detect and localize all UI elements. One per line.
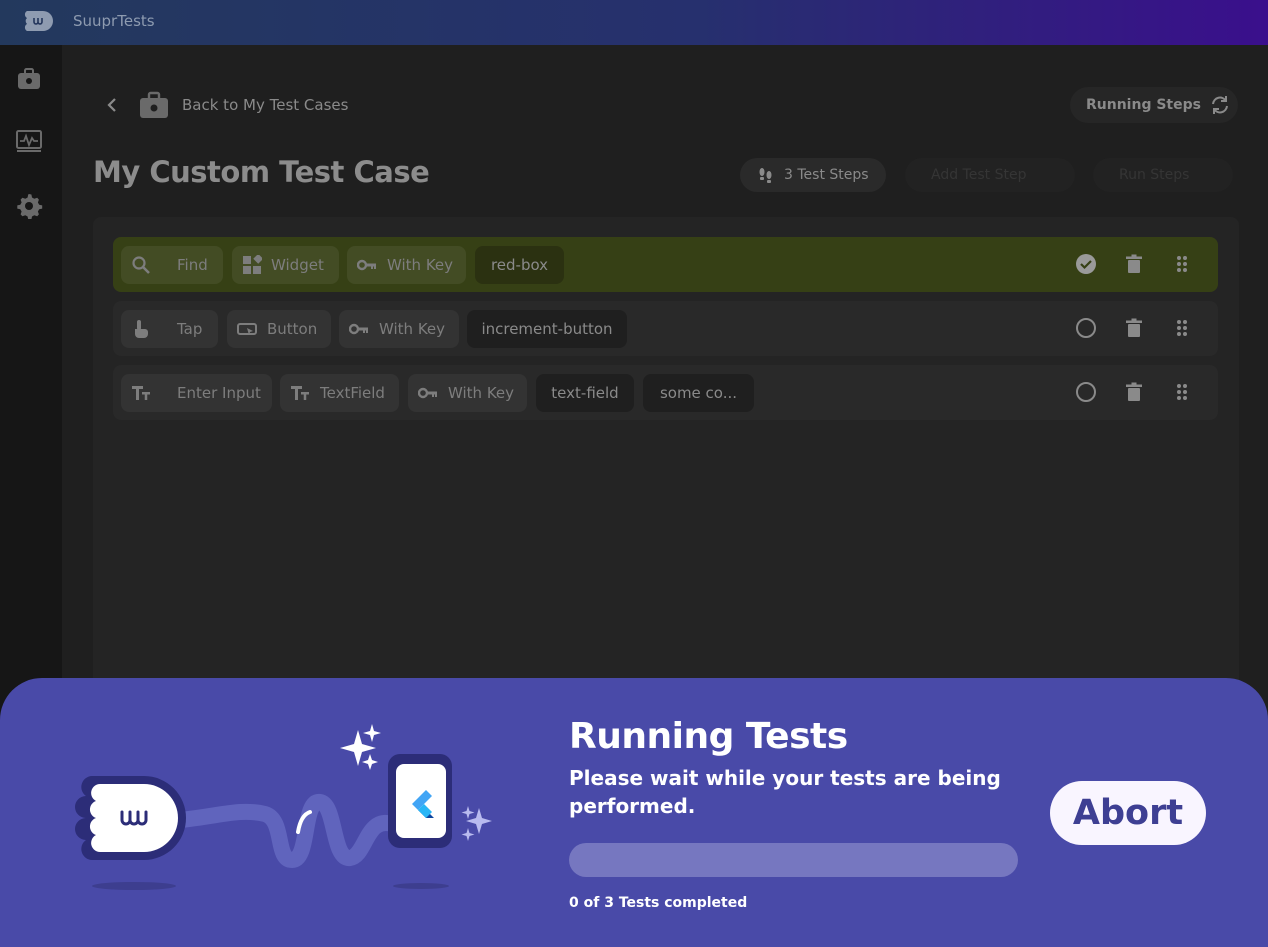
sync-icon (1211, 96, 1228, 114)
step-matcher-label: With Key (387, 256, 454, 274)
running-steps-status: Running Steps (1070, 87, 1238, 123)
step-action-chip[interactable]: Tap (121, 310, 218, 348)
page-title: My Custom Test Case (93, 155, 430, 189)
key-icon (349, 323, 368, 335)
step-action-label: Find (177, 256, 208, 274)
step-target-label: Button (267, 320, 318, 338)
app-title: SuuprTests (73, 12, 155, 30)
test-progress-text: 0 of 3 Tests completed (569, 895, 748, 911)
step-value-chip[interactable]: increment-button (467, 310, 627, 348)
step-target-chip[interactable]: TextField (280, 374, 399, 412)
step-matcher-label: With Key (379, 320, 446, 338)
text-fields-icon (291, 386, 309, 400)
step-value-label: red-box (490, 256, 549, 274)
drag-handle-icon[interactable] (1171, 253, 1193, 275)
step-action-chip[interactable]: Find (121, 246, 223, 284)
monitor-pulse-icon[interactable] (15, 127, 43, 155)
step-matcher-chip[interactable]: With Key (408, 374, 527, 412)
test-steps-count-label: 3 Test Steps (784, 167, 869, 183)
running-steps-label: Running Steps (1086, 97, 1201, 113)
drag-handle-icon[interactable] (1171, 317, 1193, 339)
step-action-chip[interactable]: Enter Input (121, 374, 272, 412)
step-value-label: text-field (551, 384, 619, 402)
gear-icon[interactable] (15, 191, 43, 219)
run-steps-button[interactable]: Run Steps (1093, 158, 1233, 192)
step-target-chip[interactable]: Widget (232, 246, 339, 284)
footsteps-icon (759, 168, 772, 183)
briefcase-icon[interactable] (15, 65, 43, 93)
check-circle-icon (1076, 254, 1096, 274)
text-fields-icon (132, 386, 150, 400)
running-tests-subtitle: Please wait while your tests are being p… (569, 766, 1001, 818)
test-step-row[interactable]: Tap Button With Key increment-button (113, 301, 1218, 356)
back-link-label: Back to My Test Cases (182, 96, 349, 114)
step-action-label: Enter Input (177, 384, 261, 402)
test-steps-count: 3 Test Steps (740, 158, 886, 192)
run-steps-label: Run Steps (1119, 167, 1190, 183)
step-value-label: increment-button (481, 320, 613, 338)
abort-button[interactable]: Abort (1050, 781, 1206, 845)
step-target-chip[interactable]: Button (227, 310, 331, 348)
key-icon (418, 387, 437, 399)
test-step-row[interactable]: Find Widget With Key red-box (113, 237, 1218, 292)
circle-outline-icon (1076, 318, 1096, 338)
add-test-step-button[interactable]: Add Test Step (905, 158, 1075, 192)
step-value-chip[interactable]: some co... (643, 374, 754, 412)
step-matcher-chip[interactable]: With Key (339, 310, 459, 348)
search-icon (132, 256, 150, 274)
step-value-chip[interactable]: text-field (536, 374, 634, 412)
key-icon (357, 259, 376, 271)
briefcase-icon (140, 91, 168, 118)
test-step-row[interactable]: Enter Input TextField With Key text-fiel… (113, 365, 1218, 420)
app-logo-icon (24, 11, 53, 31)
connecting-device-illustration (75, 724, 492, 890)
add-test-step-label: Add Test Step (931, 167, 1027, 183)
step-target-label: Widget (271, 256, 324, 274)
title-bar: SuuprTests (0, 0, 1268, 45)
delete-icon[interactable] (1123, 253, 1145, 275)
delete-icon[interactable] (1123, 317, 1145, 339)
back-to-test-cases-link[interactable]: Back to My Test Cases (104, 88, 348, 122)
tap-icon (135, 320, 148, 338)
test-progress-bar (569, 843, 1018, 877)
step-value-chip[interactable]: red-box (475, 246, 564, 284)
step-target-label: TextField (320, 384, 385, 402)
circle-outline-icon (1076, 382, 1096, 402)
step-action-label: Tap (177, 320, 203, 338)
chevron-left-icon (107, 98, 116, 112)
step-matcher-label: With Key (448, 384, 515, 402)
running-tests-title: Running Tests (569, 716, 848, 757)
delete-icon[interactable] (1123, 381, 1145, 403)
button-icon (237, 323, 257, 335)
step-matcher-chip[interactable]: With Key (347, 246, 466, 284)
widgets-icon (243, 255, 262, 274)
step-value-label: some co... (659, 384, 738, 402)
drag-handle-icon[interactable] (1171, 381, 1193, 403)
